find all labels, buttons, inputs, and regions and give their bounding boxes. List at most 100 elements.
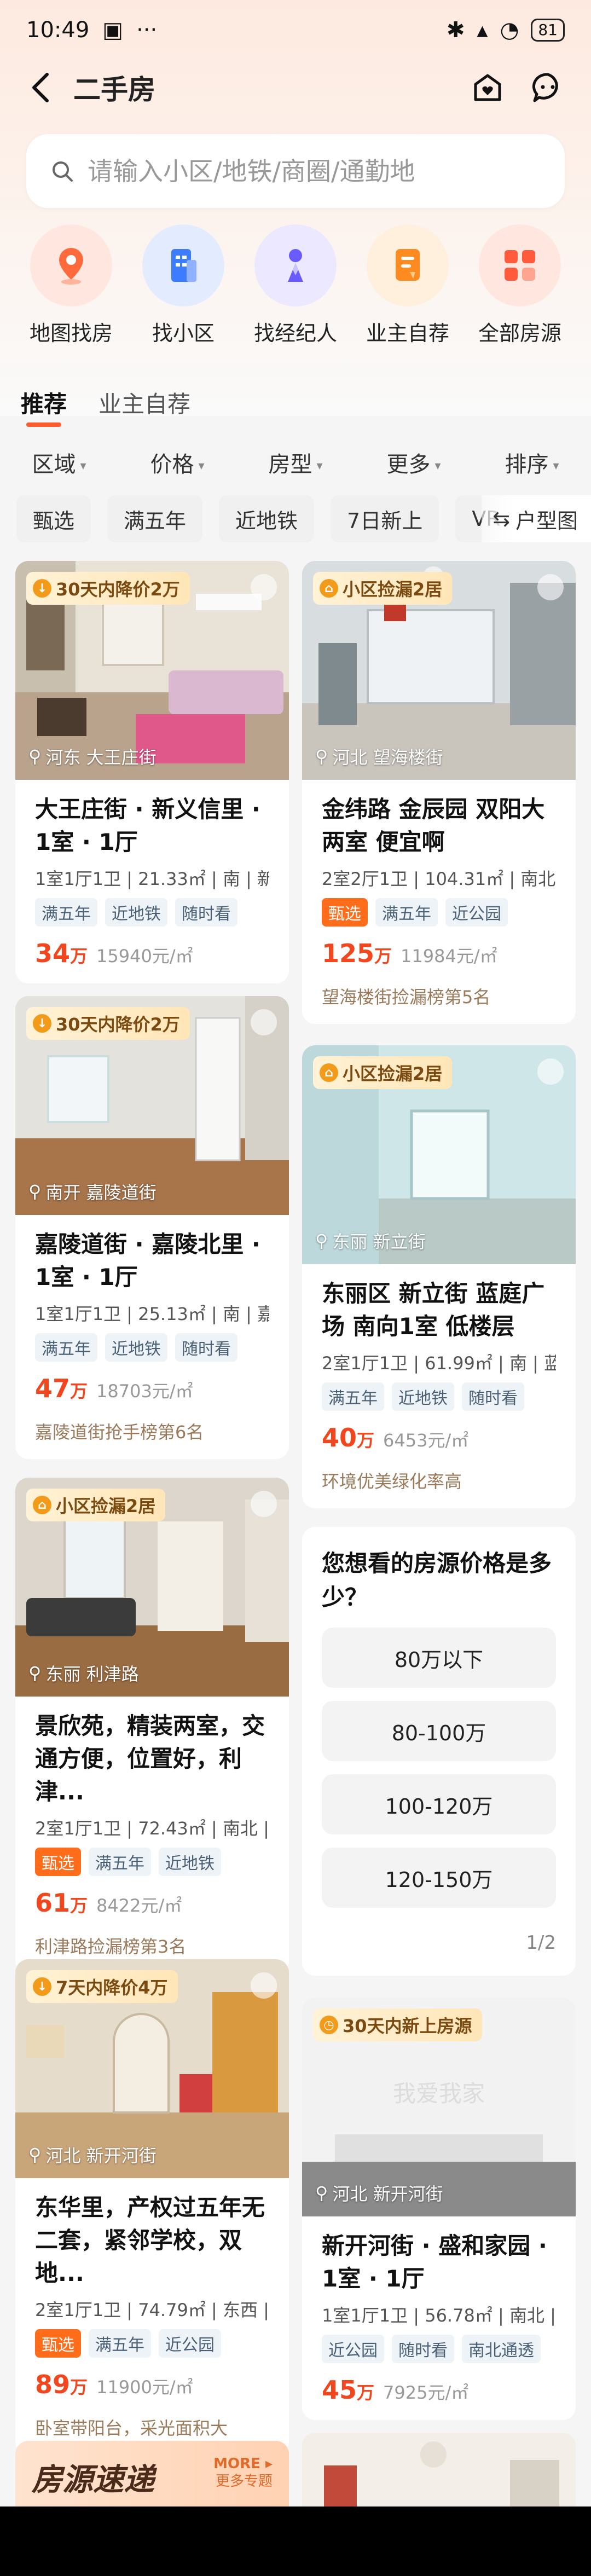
chip-five-years[interactable]: 满五年	[107, 495, 203, 542]
filter-more[interactable]: 更多 ▾	[355, 447, 473, 478]
chevron-down-icon: ▾	[434, 459, 441, 473]
location-text: 河北 新开河街	[45, 2145, 157, 2166]
listing-tag: 满五年	[35, 898, 97, 927]
chip-selected[interactable]: 甄选	[16, 495, 91, 542]
listing-tag: 满五年	[89, 1848, 151, 1876]
filter-area[interactable]: 区域 ▾	[0, 447, 118, 478]
listing-title: 东丽区 新立街 蓝庭广场 南向1室 低楼层	[322, 1280, 545, 1340]
filter-sort[interactable]: 排序 ▾	[473, 447, 591, 478]
vr-icon	[537, 1058, 564, 1085]
quick-label: 全部房源	[478, 321, 561, 345]
survey-option[interactable]: 80-100万	[322, 1701, 556, 1761]
favorite-button[interactable]	[468, 68, 507, 107]
listing-photo-peek[interactable]	[302, 2433, 576, 2506]
listing-photo: 我爱我家 ◷ 30天内新上房源 ⚲ 河北 新开河街	[302, 1998, 576, 2216]
listing-location: ⚲ 南开 嘉陵道街	[28, 1179, 157, 1204]
listing-card[interactable]: ↓ 7天内降价4万 ⚲ 河北 新开河街 东华里，产权过五年无二套，紧邻学校，双地..…	[15, 1959, 289, 2455]
filter-price[interactable]: 价格 ▾	[118, 447, 236, 478]
location-text: 河北 望海楼街	[332, 747, 443, 768]
chip-near-subway[interactable]: 近地铁	[219, 495, 315, 542]
back-button[interactable]	[24, 71, 57, 104]
location-text: 东丽 新立街	[332, 1231, 426, 1252]
listing-card[interactable]: ⌂ 小区捡漏2居 ⚲ 东丽 利津路 景欣苑，精装两室，交通方便，位置好，利津... …	[15, 1478, 289, 1973]
listing-card[interactable]: 我爱我家 ◷ 30天内新上房源 ⚲ 河北 新开河街 新开河街 · 盛和家园 · 1室…	[302, 1998, 576, 2420]
listing-tag: 满五年	[375, 898, 438, 927]
quick-find-agent[interactable]: 找经纪人	[241, 224, 350, 350]
listing-express-banner[interactable]: 房源速递 MORE ▸ 更多专题	[15, 2441, 289, 2506]
location-pin-icon: ⚲	[28, 1181, 42, 1202]
listing-tag: 甄选	[322, 898, 368, 927]
listing-meta: 1室1厅1卫 | 56.78㎡ | 南北 | 盛...	[322, 2305, 556, 2326]
tab-owner-recommend[interactable]: 业主自荐	[99, 386, 190, 427]
quick-map-search[interactable]: 地图找房	[16, 224, 126, 350]
survey-option[interactable]: 100-120万	[322, 1774, 556, 1834]
filter-label: 区域	[32, 452, 76, 477]
message-button[interactable]	[529, 68, 567, 107]
listing-location: ⚲ 河东 大王庄街	[28, 744, 157, 769]
badge-text: 30天内降价2万	[56, 1014, 180, 1035]
location-pin-icon: ⚲	[315, 2183, 328, 2203]
quick-find-community[interactable]: 找小区	[129, 224, 238, 350]
listing-tag: 近地铁	[392, 1382, 454, 1411]
listing-card[interactable]: ↓ 30天内降价2万 ⚲ 南开 嘉陵道街 嘉陵道街 · 嘉陵北里 · 1室 · 1厅…	[15, 996, 289, 1459]
chevron-down-icon: ▾	[316, 459, 323, 473]
listing-rank: 环境优美绿化率高	[322, 1471, 462, 1492]
vr-icon	[537, 574, 564, 600]
vr-icon	[251, 1491, 277, 1517]
listing-card[interactable]: ⌂ 小区捡漏2居 ⚲ 河北 望海楼街 金纬路 金辰园 双阳大两室 便宜啊 2室2厅1…	[302, 561, 576, 1024]
vr-icon	[251, 1009, 277, 1035]
status-time: 10:49	[26, 18, 90, 43]
quick-label: 地图找房	[29, 321, 113, 345]
listing-location: ⚲ 河北 新开河街	[315, 2180, 443, 2205]
tab-recommend[interactable]: 推荐	[21, 386, 67, 427]
listing-photo: ↓ 30天内降价2万 ⚲ 河东 大王庄街	[15, 561, 289, 780]
listing-price: 47万	[35, 1374, 88, 1403]
search-bar[interactable]	[26, 134, 565, 208]
filter-bar: 区域 ▾ 价格 ▾ 房型 ▾ 更多 ▾ 排序 ▾	[0, 438, 591, 487]
listing-location: ⚲ 东丽 新立街	[315, 1228, 426, 1253]
listing-tag: 近公园	[159, 2329, 221, 2358]
survey-option[interactable]: 120-150万	[322, 1848, 556, 1908]
badge-text: 30天内新上房源	[343, 2016, 472, 2036]
listing-tag: 近公园	[445, 898, 508, 927]
listing-meta: 2室1厅1卫 | 61.99㎡ | 南 | 蓝庭...	[322, 1353, 556, 1374]
listing-tag: 满五年	[322, 1382, 384, 1411]
listing-card[interactable]: ⌂ 小区捡漏2居 ⚲ 东丽 新立街 东丽区 新立街 蓝庭广场 南向1室 低楼层 2室…	[302, 1045, 576, 1508]
house-icon: ⌂	[320, 579, 338, 598]
grid-icon	[479, 224, 561, 306]
listing-location: ⚲ 东丽 利津路	[28, 1660, 139, 1686]
survey-option[interactable]: 80万以下	[322, 1628, 556, 1688]
chip-new-7-days[interactable]: 7日新上	[331, 495, 439, 542]
listing-title: 嘉陵道街 · 嘉陵北里 · 1室 · 1厅	[35, 1231, 260, 1290]
listing-tag: 随时看	[462, 1382, 524, 1411]
listing-photo: ⌂ 小区捡漏2居 ⚲ 东丽 新立街	[302, 1045, 576, 1264]
listing-tag: 南北通透	[462, 2335, 541, 2363]
back-arrow-icon	[32, 73, 49, 102]
listing-photo: ↓ 30天内降价2万 ⚲ 南开 嘉陵道街	[15, 996, 289, 1215]
nav-bar: 二手房	[0, 60, 591, 115]
listing-badge: ◷ 30天内新上房源	[313, 2008, 482, 2041]
search-icon	[53, 161, 73, 182]
listing-price: 125万	[322, 939, 392, 968]
chevron-down-icon: ▾	[80, 459, 86, 473]
quick-entry-row: 地图找房 找小区 找经纪人 业主自荐 全部房源	[16, 224, 575, 350]
listing-unit-price: 8422元/㎡	[96, 1895, 182, 1916]
search-input[interactable]	[88, 156, 525, 186]
listing-tag: 近地铁	[159, 1848, 221, 1876]
floor-plan-toggle[interactable]: ⇆ 户型图	[482, 495, 591, 542]
listing-unit-price: 18703元/㎡	[96, 1381, 193, 1402]
house-icon: ⌂	[320, 1063, 338, 1082]
survey-question: 您想看的房源价格是多少？	[322, 1550, 552, 1611]
quick-all-listings[interactable]: 全部房源	[465, 224, 575, 350]
quick-owner-recommend[interactable]: 业主自荐	[353, 224, 462, 350]
banner-more-link[interactable]: MORE ▸ 更多专题	[213, 2455, 273, 2492]
badge-text: 小区捡漏2居	[343, 579, 443, 600]
listing-unit-price: 15940元/㎡	[96, 946, 193, 966]
listing-tag: 随时看	[392, 2335, 454, 2363]
listing-price: 40万	[322, 1423, 375, 1452]
listing-title: 大王庄街 · 新义信里 · 1室 · 1厅	[35, 796, 260, 855]
filter-layout[interactable]: 房型 ▾	[236, 447, 355, 478]
listing-card[interactable]: ↓ 30天内降价2万 ⚲ 河东 大王庄街 大王庄街 · 新义信里 · 1室 · 1厅…	[15, 561, 289, 983]
price-down-icon: ↓	[33, 1014, 51, 1033]
listing-title: 新开河街 · 盛和家园 · 1室 · 1厅	[322, 2232, 547, 2292]
